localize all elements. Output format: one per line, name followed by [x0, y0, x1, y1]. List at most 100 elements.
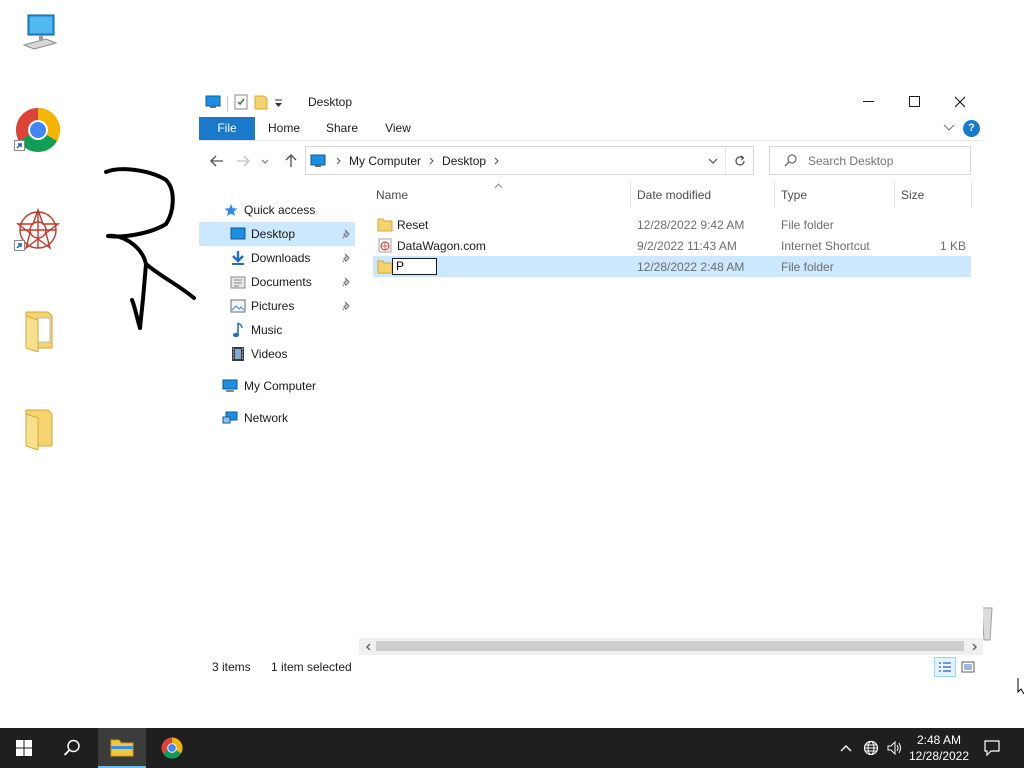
- navigation-pane: Quick access Desktop Downloads Documents: [199, 198, 359, 618]
- forward-button[interactable]: [232, 150, 254, 172]
- desktop-icon: [230, 226, 246, 242]
- close-button[interactable]: [937, 86, 983, 117]
- mouse-cursor-icon: [1017, 678, 1024, 695]
- scrollbar-thumb[interactable]: [376, 641, 964, 651]
- nav-item-downloads[interactable]: Downloads: [199, 246, 355, 270]
- show-hidden-icons-chevron-icon[interactable]: [836, 728, 856, 768]
- quick-access-toolbar: [205, 94, 283, 113]
- pin-icon: [342, 300, 352, 314]
- breadcrumb-chevron-icon[interactable]: [429, 157, 434, 165]
- address-dropdown-button[interactable]: [703, 147, 723, 174]
- folder-icon: [377, 259, 393, 274]
- refresh-button[interactable]: [725, 147, 753, 174]
- column-divider[interactable]: [894, 182, 895, 208]
- chrome-desktop-icon[interactable]: [14, 106, 62, 154]
- tab-home[interactable]: Home: [263, 117, 305, 140]
- nav-quick-access[interactable]: Quick access: [199, 198, 355, 222]
- nav-item-documents[interactable]: Documents: [199, 270, 355, 294]
- search-taskbar-button[interactable]: [48, 728, 96, 768]
- column-header-date[interactable]: Date modified: [637, 182, 711, 208]
- maximize-button[interactable]: [891, 86, 937, 117]
- breadcrumb-desktop[interactable]: Desktop: [442, 154, 486, 168]
- qat-dropdown-icon[interactable]: [274, 97, 283, 111]
- notifications-icon[interactable]: [978, 728, 1006, 768]
- chrome-taskbar-button[interactable]: [148, 728, 196, 768]
- ornament-app-desktop-icon[interactable]: [14, 206, 62, 254]
- ribbon-tabs: File Home Share View ?: [199, 117, 983, 141]
- pin-icon: [342, 228, 352, 242]
- file-name: Reset: [397, 218, 429, 232]
- nav-item-desktop[interactable]: Desktop: [199, 222, 355, 246]
- properties-icon[interactable]: [234, 94, 248, 113]
- search-input[interactable]: [808, 153, 966, 169]
- clock-time: 2:48 AM: [916, 733, 962, 747]
- folder-desktop-icon[interactable]: [14, 404, 62, 452]
- minimize-button[interactable]: [845, 86, 891, 117]
- music-icon: [230, 322, 246, 338]
- large-icons-view-button[interactable]: [957, 657, 979, 677]
- file-name: DataWagon.com: [397, 239, 486, 253]
- tab-view[interactable]: View: [379, 117, 417, 140]
- rename-input[interactable]: P: [392, 258, 437, 275]
- horizontal-scrollbar[interactable]: [359, 638, 983, 655]
- file-row[interactable]: DataWagon.com 9/2/2022 11:43 AM Internet…: [373, 235, 971, 256]
- expand-ribbon-chevron-icon[interactable]: [943, 121, 955, 135]
- file-row[interactable]: Reset 12/28/2022 9:42 AM File folder: [373, 214, 971, 235]
- search-box[interactable]: [769, 146, 971, 175]
- taskbar: 2:48 AM 12/28/2022: [0, 728, 1024, 768]
- nav-item-label: Desktop: [251, 227, 296, 241]
- breadcrumb-chevron-icon[interactable]: [494, 157, 499, 165]
- videos-icon: [230, 346, 246, 362]
- file-type: Internet Shortcut: [781, 239, 870, 253]
- clock-date: 12/28/2022: [908, 749, 970, 763]
- nav-item-label: Music: [251, 323, 283, 337]
- this-pc-desktop-icon[interactable]: [16, 8, 64, 56]
- taskbar-clock[interactable]: 2:48 AM 12/28/2022: [906, 732, 972, 764]
- folder-with-document-desktop-icon[interactable]: [14, 306, 62, 354]
- toolbar-separator: [227, 95, 228, 112]
- pin-icon: [342, 252, 352, 266]
- file-date: 9/2/2022 11:43 AM: [637, 239, 737, 253]
- address-monitor-icon: [310, 154, 326, 168]
- nav-item-videos[interactable]: Videos: [199, 342, 355, 366]
- scroll-right-arrow-icon[interactable]: [966, 638, 983, 655]
- file-explorer-taskbar-button[interactable]: [98, 728, 146, 768]
- shortcut-arrow-icon: [14, 140, 25, 151]
- window-monitor-icon[interactable]: [205, 95, 221, 112]
- search-icon: [784, 154, 797, 170]
- file-row-selected[interactable]: P 12/28/2022 2:48 AM File folder: [373, 256, 971, 277]
- handwritten-r-drawing: [104, 167, 196, 330]
- tab-file[interactable]: File: [199, 117, 255, 140]
- nav-item-label: Pictures: [251, 299, 295, 313]
- nav-my-computer[interactable]: My Computer: [199, 374, 355, 398]
- tab-share[interactable]: Share: [321, 117, 363, 140]
- column-header-name[interactable]: Name: [376, 182, 408, 208]
- nav-item-music[interactable]: Music: [199, 318, 355, 342]
- breadcrumb-my-computer[interactable]: My Computer: [349, 154, 421, 168]
- internet-shortcut-icon: [377, 238, 393, 253]
- nav-network[interactable]: Network: [199, 406, 355, 430]
- breadcrumb-chevron-icon[interactable]: [336, 157, 341, 165]
- nav-item-pictures[interactable]: Pictures: [199, 294, 355, 318]
- volume-icon[interactable]: [884, 728, 906, 768]
- address-bar[interactable]: My Computer Desktop: [305, 146, 754, 175]
- details-view-button[interactable]: [934, 657, 956, 677]
- network-globe-icon[interactable]: [860, 728, 882, 768]
- recent-locations-dropdown[interactable]: [259, 150, 271, 172]
- column-divider[interactable]: [774, 182, 775, 208]
- downloads-icon: [230, 250, 246, 266]
- item-count: 3 items: [212, 660, 251, 674]
- column-divider[interactable]: [971, 182, 972, 208]
- column-divider[interactable]: [630, 182, 631, 208]
- new-folder-icon[interactable]: [254, 94, 268, 113]
- file-date: 12/28/2022 2:48 AM: [637, 260, 745, 274]
- start-button[interactable]: [0, 728, 48, 768]
- up-button[interactable]: [280, 150, 302, 172]
- nav-quick-access-label: Quick access: [244, 203, 316, 217]
- column-header-size[interactable]: Size: [901, 182, 924, 208]
- back-button[interactable]: [206, 150, 228, 172]
- help-button[interactable]: ?: [963, 120, 980, 137]
- column-header-type[interactable]: Type: [781, 182, 807, 208]
- nav-item-label: Downloads: [251, 251, 311, 265]
- scroll-left-arrow-icon[interactable]: [359, 638, 376, 655]
